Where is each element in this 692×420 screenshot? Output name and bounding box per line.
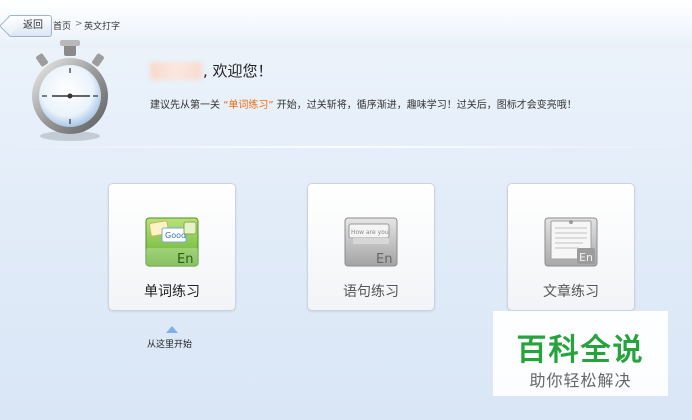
breadcrumb-home[interactable]: 首页 — [53, 19, 71, 32]
article-practice-label: 文章练习 — [543, 284, 599, 300]
suggestion-highlight: “单词练习” — [223, 100, 274, 111]
start-here-hint: 从这里开始 — [147, 340, 193, 350]
suggestion-text: 建议先从第一关 “单词练习” 开始，过关斩将，循序渐进，趣味学习！过关后，图标才… — [150, 96, 577, 111]
stopwatch-icon — [32, 40, 108, 141]
sentence-practice-card[interactable]: How are you En 语句练习 — [307, 183, 435, 311]
watermark: 百科全说 助你轻松解决 — [493, 311, 668, 396]
article-card-icon-text: En — [579, 251, 593, 264]
sentence-practice-icon: How are you En — [344, 217, 398, 267]
suggestion-prefix: 建议先从第一关 — [150, 100, 220, 111]
word-card-icon-text: En — [177, 252, 193, 267]
sentence-practice-label: 语句练习 — [343, 284, 399, 300]
back-button[interactable]: 返回 — [8, 15, 52, 37]
watermark-title: 百科全说 — [516, 333, 645, 368]
word-practice-icon: Good En — [145, 217, 199, 267]
suggestion-suffix: 开始，过关斩将，循序渐进，趣味学习！过关后，图标才会变亮哦！ — [276, 100, 577, 111]
user-name-blurred — [150, 62, 202, 80]
word-practice-label: 单词练习 — [144, 284, 200, 300]
article-practice-card[interactable]: En 文章练习 — [507, 183, 635, 311]
sentence-card-icon-text: En — [376, 252, 392, 267]
start-here-arrow-icon — [166, 326, 178, 333]
breadcrumb-current: 英文打字 — [84, 22, 121, 32]
welcome-greeting: , 欢迎您！ — [203, 62, 273, 80]
watermark-subtitle: 助你轻松解决 — [529, 371, 632, 390]
word-card-tag: Good — [165, 231, 186, 240]
word-practice-card[interactable]: Good En 单词练习 — [108, 183, 236, 311]
sentence-card-tag: How are you — [351, 229, 389, 236]
article-practice-icon: En — [544, 217, 598, 267]
breadcrumb-separator: > — [75, 19, 83, 29]
divider — [0, 146, 692, 148]
